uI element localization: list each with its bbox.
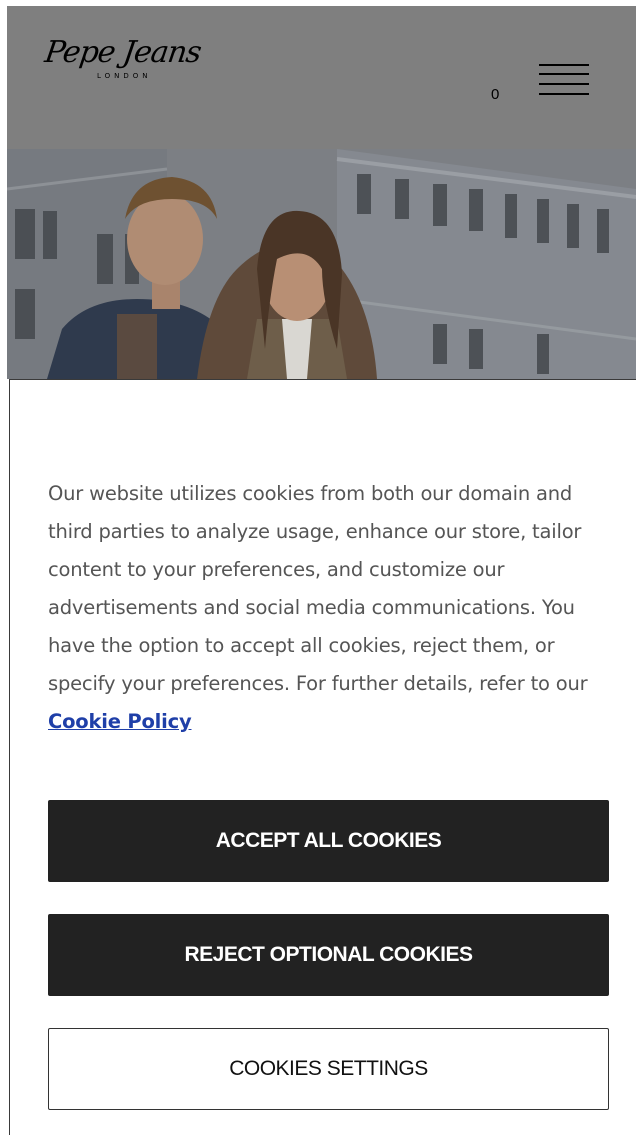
hamburger-icon[interactable] [539, 61, 589, 99]
site-header: Pepe Jeans LONDON 0 [7, 6, 636, 149]
logo-subtext: LONDON [97, 72, 152, 80]
reject-optional-cookies-button[interactable]: REJECT OPTIONAL COOKIES [48, 914, 609, 996]
page: Pepe Jeans LONDON 0 Our website utilizes… [0, 0, 636, 1135]
cookie-consent-panel: Our website utilizes cookies from both o… [9, 379, 636, 1135]
cookie-policy-link[interactable]: Cookie Policy [48, 710, 192, 733]
hero-image [7, 149, 636, 379]
cookie-message: Our website utilizes cookies from both o… [48, 475, 608, 741]
cookies-settings-button[interactable]: COOKIES SETTINGS [48, 1028, 609, 1110]
brand-logo[interactable]: Pepe Jeans LONDON [42, 35, 235, 116]
accept-all-cookies-button[interactable]: ACCEPT ALL COOKIES [48, 800, 609, 882]
cookie-message-text: Our website utilizes cookies from both o… [48, 482, 588, 695]
logo-wordmark: Pepe Jeans [42, 35, 203, 70]
cart-count[interactable]: 0 [491, 86, 499, 103]
